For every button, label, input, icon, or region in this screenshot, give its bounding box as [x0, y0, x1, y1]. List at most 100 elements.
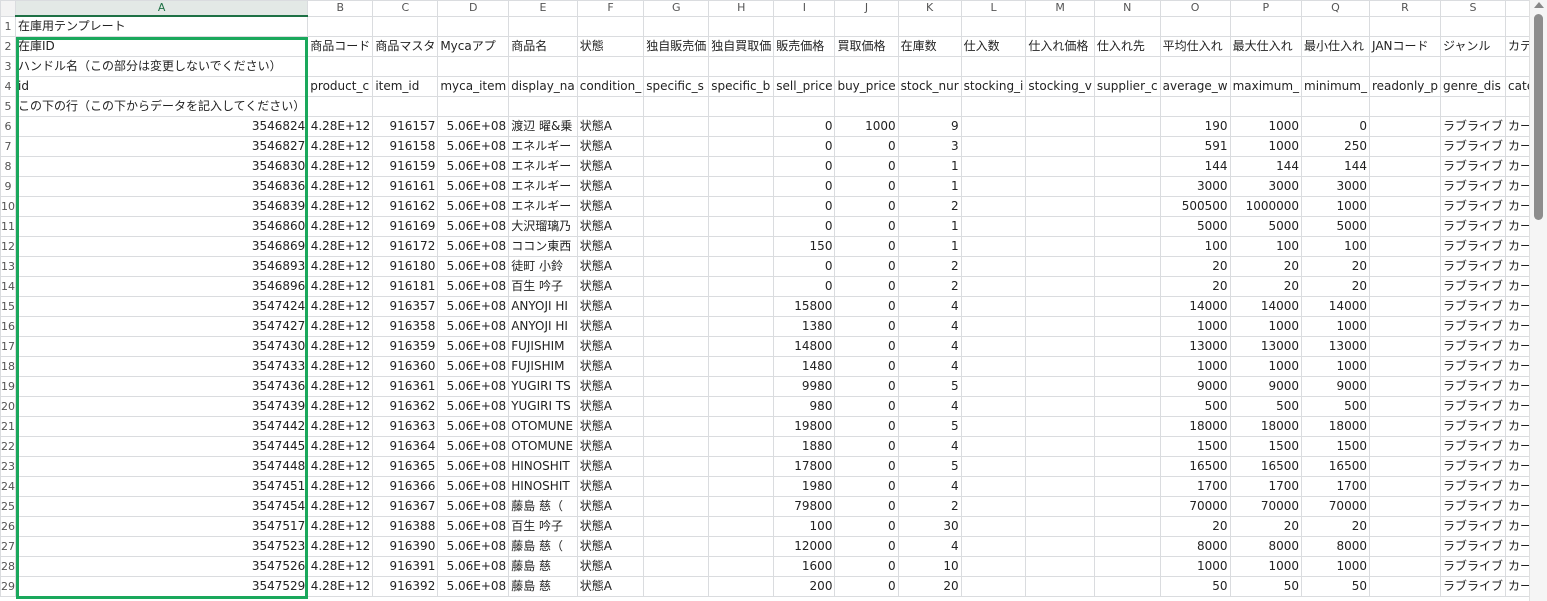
cell-s10[interactable]: ラブライブ: [1440, 196, 1507, 217]
cell-j14[interactable]: 0: [834, 276, 899, 297]
cell-p18[interactable]: 1000: [1229, 356, 1303, 377]
cell-d3[interactable]: [437, 56, 510, 77]
cell-o27[interactable]: 8000: [1159, 536, 1231, 557]
cell-e16[interactable]: ANYOJI HI: [508, 316, 578, 337]
cell-h21[interactable]: [708, 416, 775, 437]
cell-m16[interactable]: [1025, 316, 1095, 337]
cell-e21[interactable]: OTOMUNE: [508, 416, 578, 437]
cell-r22[interactable]: [1368, 436, 1442, 457]
cell-c7[interactable]: 916158: [372, 136, 439, 157]
row-header[interactable]: 26: [0, 516, 16, 537]
row-header[interactable]: 14: [0, 276, 16, 297]
cell-a9[interactable]: 3546836: [14, 176, 309, 197]
cell-k5[interactable]: [897, 96, 962, 117]
cell-s23[interactable]: ラブライブ: [1440, 456, 1507, 477]
cell-o28[interactable]: 1000: [1159, 556, 1231, 577]
cell-k10[interactable]: 2: [897, 196, 962, 217]
cell-c15[interactable]: 916357: [372, 296, 439, 317]
cell-c20[interactable]: 916362: [372, 396, 439, 417]
cell-p26[interactable]: 20: [1229, 516, 1303, 537]
column-header-p[interactable]: P: [1229, 0, 1303, 17]
cell-m5[interactable]: [1025, 96, 1095, 117]
cell-l4[interactable]: stocking_i: [960, 76, 1027, 97]
cell-n4[interactable]: supplier_c: [1093, 76, 1161, 97]
cell-j17[interactable]: 0: [834, 336, 899, 357]
cell-n11[interactable]: [1093, 216, 1161, 237]
cell-s6[interactable]: ラブライブ: [1440, 116, 1507, 137]
cell-g25[interactable]: [643, 496, 710, 517]
cell-a12[interactable]: 3546869: [14, 236, 309, 257]
cell-a22[interactable]: 3547445: [14, 436, 309, 457]
cell-m21[interactable]: [1025, 416, 1095, 437]
row-header[interactable]: 24: [0, 476, 16, 497]
cell-p14[interactable]: 20: [1229, 276, 1303, 297]
cell-s17[interactable]: ラブライブ: [1440, 336, 1507, 357]
cell-l15[interactable]: [960, 296, 1027, 317]
cell-b28[interactable]: 4.28E+12: [307, 556, 374, 577]
cell-o18[interactable]: 1000: [1159, 356, 1231, 377]
cell-p8[interactable]: 144: [1229, 156, 1303, 177]
cell-i11[interactable]: 0: [773, 216, 836, 237]
cell-b9[interactable]: 4.28E+12: [307, 176, 374, 197]
cell-c1[interactable]: [372, 15, 439, 37]
column-header-h[interactable]: H: [708, 0, 775, 17]
cell-r17[interactable]: [1368, 336, 1442, 357]
cell-d6[interactable]: 5.06E+08: [437, 116, 510, 137]
cell-c24[interactable]: 916366: [372, 476, 439, 497]
cell-b21[interactable]: 4.28E+12: [307, 416, 374, 437]
cell-t8[interactable]: カード: [1505, 156, 1529, 177]
cell-g26[interactable]: [643, 516, 710, 537]
cell-f29[interactable]: 状態A: [576, 576, 645, 597]
cell-l24[interactable]: [960, 476, 1027, 497]
cell-h5[interactable]: [708, 96, 775, 117]
cell-d29[interactable]: 5.06E+08: [437, 576, 510, 597]
cell-e15[interactable]: ANYOJI HI: [508, 296, 578, 317]
cell-t27[interactable]: カード: [1505, 536, 1529, 557]
cell-d11[interactable]: 5.06E+08: [437, 216, 510, 237]
cell-i20[interactable]: 980: [773, 396, 836, 417]
cell-a25[interactable]: 3547454: [14, 496, 309, 517]
row-header[interactable]: 6: [0, 116, 16, 137]
cell-e17[interactable]: FUJISHIM: [508, 336, 578, 357]
cell-e2[interactable]: 商品名: [508, 36, 578, 57]
cell-e29[interactable]: 藤島 慈: [508, 576, 578, 597]
cell-c28[interactable]: 916391: [372, 556, 439, 577]
cell-b20[interactable]: 4.28E+12: [307, 396, 374, 417]
cell-e3[interactable]: [508, 56, 578, 77]
cell-l16[interactable]: [960, 316, 1027, 337]
cell-g3[interactable]: [643, 56, 710, 77]
cell-f5[interactable]: [576, 96, 645, 117]
cell-t14[interactable]: カード: [1505, 276, 1529, 297]
cell-k17[interactable]: 4: [897, 336, 962, 357]
cell-a2[interactable]: 在庫ID: [14, 36, 309, 57]
cell-e28[interactable]: 藤島 慈: [508, 556, 578, 577]
cell-m6[interactable]: [1025, 116, 1095, 137]
cell-k14[interactable]: 2: [897, 276, 962, 297]
cell-k8[interactable]: 1: [897, 156, 962, 177]
cell-f2[interactable]: 状態: [576, 36, 645, 57]
cell-r10[interactable]: [1368, 196, 1442, 217]
cell-o10[interactable]: 500500: [1159, 196, 1231, 217]
cell-p10[interactable]: 1000000: [1229, 196, 1303, 217]
row-header[interactable]: 23: [0, 456, 16, 477]
cell-h27[interactable]: [708, 536, 775, 557]
cell-n16[interactable]: [1093, 316, 1161, 337]
cell-e4[interactable]: display_na: [508, 76, 578, 97]
cell-n8[interactable]: [1093, 156, 1161, 177]
cell-s1[interactable]: [1440, 15, 1507, 37]
cell-m25[interactable]: [1025, 496, 1095, 517]
cell-o3[interactable]: [1159, 56, 1231, 77]
cell-t6[interactable]: カード: [1505, 116, 1529, 137]
cell-k27[interactable]: 4: [897, 536, 962, 557]
cell-c13[interactable]: 916180: [372, 256, 439, 277]
cell-p20[interactable]: 500: [1229, 396, 1303, 417]
cell-n9[interactable]: [1093, 176, 1161, 197]
cell-j4[interactable]: buy_price: [834, 76, 899, 97]
cell-f22[interactable]: 状態A: [576, 436, 645, 457]
cell-t5[interactable]: [1505, 96, 1529, 117]
cell-o7[interactable]: 591: [1159, 136, 1231, 157]
cell-j8[interactable]: 0: [834, 156, 899, 177]
cell-k2[interactable]: 在庫数: [897, 36, 962, 57]
cell-r21[interactable]: [1368, 416, 1442, 437]
cell-k12[interactable]: 1: [897, 236, 962, 257]
